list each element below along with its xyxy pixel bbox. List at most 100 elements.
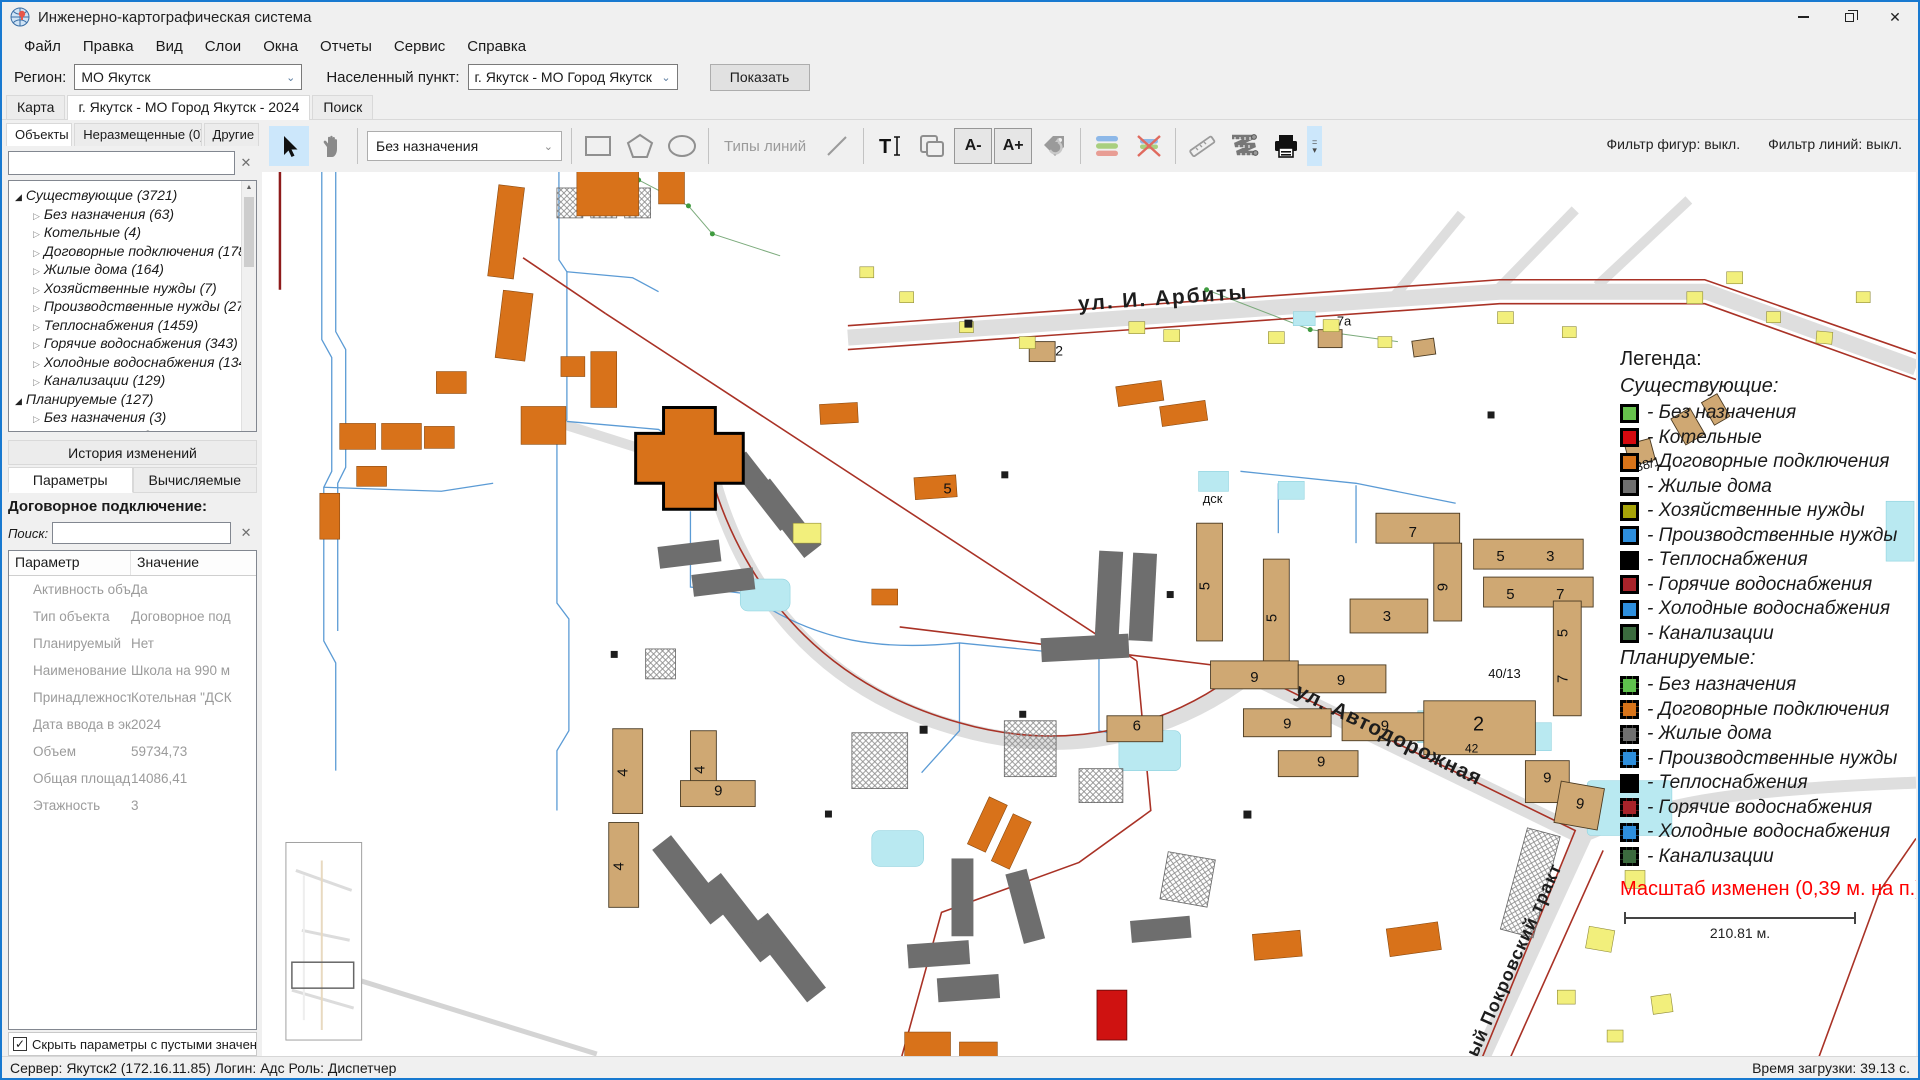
menu-item-Файл[interactable]: Файл	[14, 34, 71, 59]
tree-item[interactable]: ▷Без назначения (3)	[15, 409, 254, 428]
shape-type-dropdown[interactable]: Без назначения ⌄	[367, 131, 562, 161]
clear-search-icon[interactable]: ✕	[235, 155, 257, 171]
objects-tab[interactable]: Другие	[204, 123, 259, 146]
parameter-row[interactable]: Общая площадь14086,41	[9, 765, 256, 792]
measure-button[interactable]	[1182, 126, 1222, 166]
tree-expanded-icon[interactable]: ◢	[15, 192, 22, 202]
parameter-row[interactable]: Этажность3	[9, 792, 256, 819]
parameter-row[interactable]: Дата ввода в эксплуат2024	[9, 711, 256, 738]
tree-item[interactable]: ▷Теплоснабжения (1459)	[15, 317, 254, 336]
tree-group[interactable]: ◢Планируемые (127)	[15, 391, 254, 410]
scroll-up-icon[interactable]: ▲	[242, 181, 256, 195]
print-button[interactable]	[1266, 126, 1306, 166]
tree-item[interactable]: ▷Горячие водоснабжения (343)	[15, 335, 254, 354]
tree-item[interactable]: ▷ Котельные (4)	[15, 224, 254, 243]
tree-collapsed-icon[interactable]: ▷	[33, 248, 40, 258]
minimize-button[interactable]	[1780, 2, 1826, 32]
select-tool-button[interactable]	[269, 126, 309, 166]
building-label: 3	[1546, 548, 1554, 565]
column-parameter[interactable]: Параметр	[9, 551, 131, 575]
parameter-tab[interactable]: Вычисляемые	[133, 467, 258, 493]
parameter-row[interactable]: Активность объектаДа	[9, 576, 256, 603]
region-select[interactable]: МО Якутск ⌄	[74, 64, 302, 90]
tree-collapsed-icon[interactable]: ▷	[33, 285, 40, 295]
legend-item: - Без назначения	[1620, 674, 1916, 696]
tree-scrollbar[interactable]: ▲	[241, 181, 256, 431]
objects-search-input[interactable]	[8, 151, 235, 175]
parameter-row[interactable]: Тип объектаДоговорное под	[9, 603, 256, 630]
tree-item[interactable]: ▷Договорные подключения (178)	[15, 243, 254, 262]
menu-item-Отчеты[interactable]: Отчеты	[310, 34, 382, 59]
layers-clear-button[interactable]	[1129, 126, 1169, 166]
objects-tab[interactable]: Неразмещенные (0)	[74, 123, 201, 146]
tree-item[interactable]: ▷Без назначения (63)	[15, 206, 254, 225]
tree-item[interactable]: ▷Хозяйственные нужды (7)	[15, 280, 254, 299]
duplicate-shape-button[interactable]	[912, 126, 952, 166]
menu-item-Окна[interactable]: Окна	[253, 34, 308, 59]
clear-search-icon[interactable]: ✕	[235, 525, 257, 541]
parameter-row[interactable]: НаименованиеШкола на 990 м	[9, 657, 256, 684]
building-label: 5	[1506, 586, 1514, 603]
restore-button[interactable]	[1826, 2, 1872, 32]
parameter-tab[interactable]: Параметры	[8, 467, 133, 493]
tree-expanded-icon[interactable]: ◢	[15, 396, 22, 406]
close-button[interactable]: ✕	[1872, 2, 1918, 32]
show-button[interactable]: Показать	[710, 64, 810, 91]
layers-fill-button[interactable]	[1087, 126, 1127, 166]
settlement-select[interactable]: г. Якутск - МО Город Якутск ⌄	[468, 64, 678, 90]
menu-item-Правка[interactable]: Правка	[73, 34, 144, 59]
document-tab[interactable]: Карта	[6, 95, 65, 119]
filter-lines-status[interactable]: Фильтр линий: выкл.	[1768, 136, 1902, 152]
tree-collapsed-icon[interactable]: ▷	[33, 322, 40, 332]
legend-label: - Канализации	[1647, 623, 1774, 645]
draw-rectangle-button[interactable]	[578, 126, 618, 166]
ruler-icon	[1188, 133, 1216, 159]
parameter-row[interactable]: Объем59734,73	[9, 738, 256, 765]
filter-shapes-status[interactable]: Фильтр фигур: выкл.	[1606, 136, 1740, 152]
tree-collapsed-icon[interactable]: ▷	[33, 229, 40, 239]
tree-item[interactable]: ▷Производственные нужды (27)	[15, 298, 254, 317]
tree-item[interactable]: ▷Жилые дома (164)	[15, 261, 254, 280]
objects-tab[interactable]: Объекты	[6, 123, 72, 146]
tab-history[interactable]: История изменений	[8, 440, 257, 465]
hide-empty-checkbox[interactable]: ✓	[13, 1037, 27, 1051]
tree-item[interactable]: ▷Договорные подключения (6)	[15, 428, 254, 433]
text-tool-button[interactable]: T	[870, 126, 910, 166]
menu-item-Сервис[interactable]: Сервис	[384, 34, 455, 59]
scrollbar-thumb[interactable]	[244, 197, 254, 267]
tree-collapsed-icon[interactable]: ▷	[33, 377, 40, 387]
font-increase-button[interactable]: A+	[994, 128, 1032, 164]
document-tab[interactable]: г. Якутск - МО Город Якутск - 2024	[67, 95, 310, 120]
menu-item-Слои[interactable]: Слои	[195, 34, 251, 59]
tree-collapsed-icon[interactable]: ▷	[33, 303, 40, 313]
parameter-tabs: ПараметрыВычисляемые	[8, 467, 257, 493]
tree-item[interactable]: ▷Холодные водоснабжения (1347)	[15, 354, 254, 373]
draw-line-button[interactable]	[817, 126, 857, 166]
menu-item-Справка[interactable]: Справка	[457, 34, 536, 59]
tree-collapsed-icon[interactable]: ▷	[33, 359, 40, 369]
tree-collapsed-icon[interactable]: ▷	[33, 340, 40, 350]
tree-collapsed-icon[interactable]: ▷	[33, 266, 40, 276]
parameter-row[interactable]: Принадлежность к коКотельная "ДСК	[9, 684, 256, 711]
parameter-row[interactable]: ПланируемыйНет	[9, 630, 256, 657]
column-value[interactable]: Значение	[131, 551, 205, 575]
tree-collapsed-icon[interactable]: ▷	[33, 414, 40, 424]
tree-group[interactable]: ◢Существующие (3721)	[15, 187, 254, 206]
toolbar-overflow-button[interactable]: = ▾	[1307, 126, 1322, 166]
location-bar: Регион: МО Якутск ⌄ Населенный пункт: г.…	[2, 60, 1918, 94]
tree-item-label: Котельные (4)	[44, 224, 141, 240]
tree-item[interactable]: ▷Канализации (129)	[15, 372, 254, 391]
line-types-dropdown[interactable]: Типы линий	[714, 138, 816, 155]
document-tab[interactable]: Поиск	[312, 95, 373, 119]
menu-item-Вид[interactable]: Вид	[146, 34, 193, 59]
label-refresh-button[interactable]	[1034, 126, 1074, 166]
draw-polygon-button[interactable]	[620, 126, 660, 166]
tree-collapsed-icon[interactable]: ▷	[33, 211, 40, 221]
map-overview-inset[interactable]	[286, 842, 362, 1040]
font-decrease-button[interactable]: A-	[954, 128, 992, 164]
param-search-input[interactable]	[52, 522, 231, 544]
draw-ellipse-button[interactable]	[662, 126, 702, 166]
folding-ruler-button[interactable]	[1224, 126, 1264, 166]
pan-tool-button[interactable]	[311, 126, 351, 166]
map-canvas[interactable]: ул. И. Арбитыул. Автодорожнаяый Покровск…	[262, 172, 1916, 1056]
